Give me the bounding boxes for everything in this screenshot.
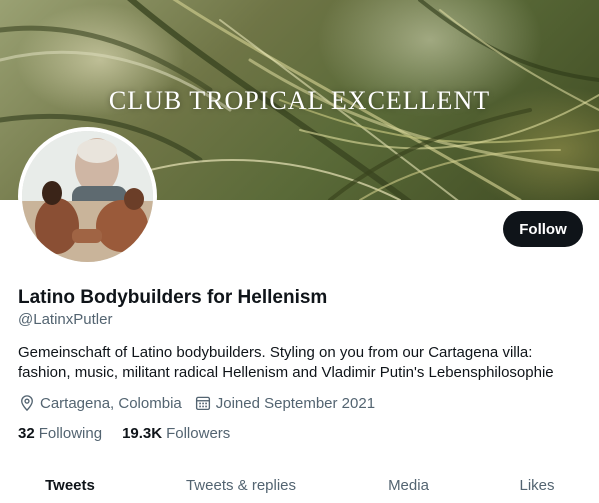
following-link[interactable]: 32 Following <box>18 425 102 442</box>
profile-bio: Gemeinschaft of Latino bodybuilders. Sty… <box>18 343 578 383</box>
followers-label: Followers <box>166 425 231 442</box>
tab-media[interactable]: Media <box>342 462 475 503</box>
bio-line: Gemeinschaft of Latino bodybuilders. Sty… <box>18 344 533 361</box>
profile-handle: @LatinxPutler <box>18 311 113 328</box>
joined-text: Joined September 2021 <box>215 394 376 412</box>
tab-tweets-replies[interactable]: Tweets & replies <box>140 462 342 503</box>
profile-name: Latino Bodybuilders for Hellenism <box>18 287 328 308</box>
followers-link[interactable]: 19.3K Followers <box>122 425 230 442</box>
profile-stats: 32 Following 19.3K Followers <box>18 425 250 442</box>
avatar[interactable] <box>18 127 157 266</box>
location-pin-icon <box>21 395 33 412</box>
banner-title: CLUB TROPICAL EXCELLENT <box>108 86 491 115</box>
tab-likes[interactable]: Likes <box>475 462 599 503</box>
location-item: Cartagena, Colombia <box>18 394 182 412</box>
avatar-photo <box>22 131 153 262</box>
followers-count: 19.3K <box>122 425 163 442</box>
following-label: Following <box>38 425 103 442</box>
following-count: 32 <box>18 425 35 442</box>
profile-meta: Cartagena, Colombia Joined September 202… <box>18 394 387 412</box>
joined-item: Joined September 2021 <box>194 394 375 412</box>
bio-line: fashion, music, militant radical Helleni… <box>18 364 554 381</box>
location-text: Cartagena, Colombia <box>40 394 182 412</box>
tab-tweets[interactable]: Tweets <box>0 462 140 503</box>
profile-tabs: Tweets Tweets & replies Media Likes <box>0 462 599 503</box>
calendar-icon <box>195 396 210 411</box>
follow-button[interactable]: Follow <box>503 211 583 247</box>
